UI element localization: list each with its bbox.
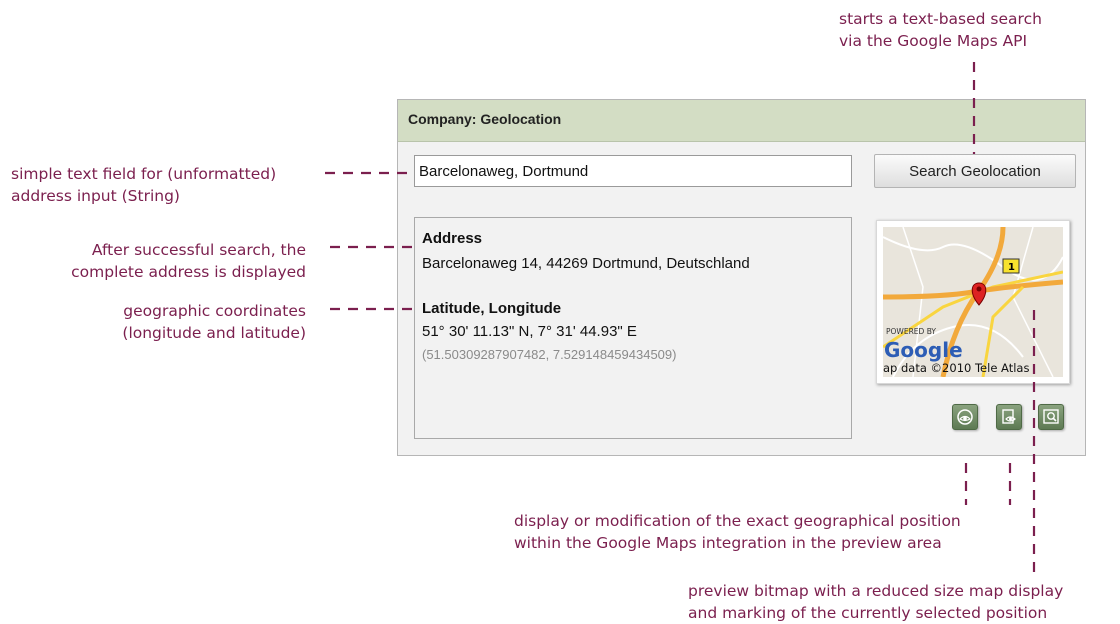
leader-lines [325,62,1036,578]
